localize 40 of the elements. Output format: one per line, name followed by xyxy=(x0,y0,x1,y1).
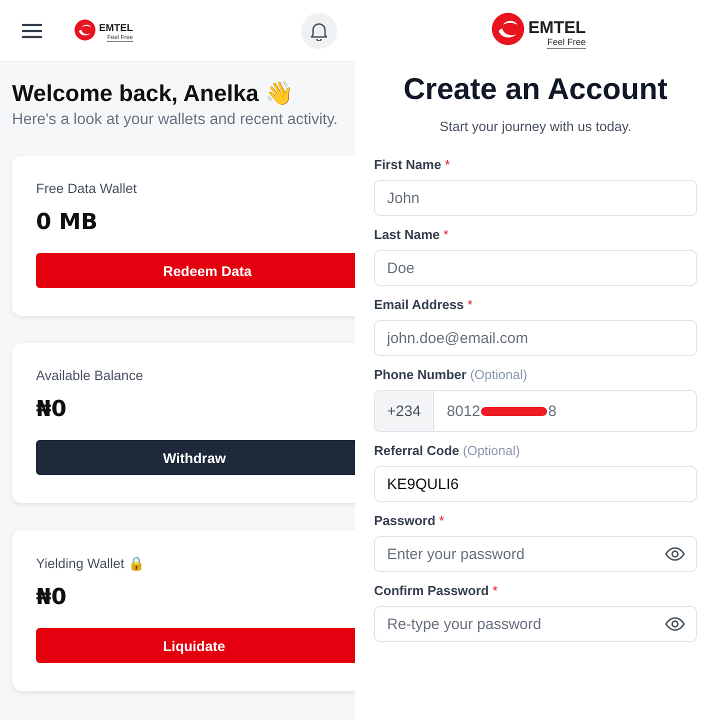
field-label: Phone Number (Optional) xyxy=(374,367,528,382)
input-field[interactable]: KE9QULI6 xyxy=(374,466,697,502)
page-title: Create an Account xyxy=(402,73,668,108)
welcome-heading: Welcome back, Anelka 👋 xyxy=(12,80,296,107)
logo-tagline: Feel Free xyxy=(547,38,586,50)
input-field[interactable]: john.doe@email.com xyxy=(374,320,697,356)
wallet-label: Yielding Wallet 🔒 xyxy=(36,555,146,571)
password-field[interactable]: Enter your password xyxy=(374,536,697,572)
notification-button[interactable] xyxy=(301,12,337,48)
phone-value: 8012 xyxy=(446,402,480,420)
wallet-label: Available Balance xyxy=(36,368,144,383)
eye-icon[interactable] xyxy=(665,547,685,562)
country-code: +234 xyxy=(375,391,434,432)
welcome-subtitle: Here's a look at your wallets and recent activity. xyxy=(12,111,339,129)
action-button[interactable]: Redeem Data xyxy=(36,253,355,288)
eye-icon[interactable] xyxy=(665,617,685,632)
logo-wordmark: EMTEL xyxy=(99,22,133,34)
field-label: Password * xyxy=(374,513,446,528)
logo-icon xyxy=(491,12,526,46)
phone-field[interactable]: +234 8012 8 xyxy=(374,390,697,432)
page-subtitle: Start your journey with us today. xyxy=(438,119,632,134)
action-button[interactable]: Withdraw xyxy=(36,440,355,475)
input-field[interactable]: John xyxy=(374,180,697,216)
field-label: Confirm Password * xyxy=(374,583,499,598)
password-field[interactable]: Re-type your password xyxy=(374,606,697,642)
wallet-amount: ₦0 xyxy=(36,397,68,422)
field-label: First Name * xyxy=(374,157,451,172)
field-label: Last Name * xyxy=(374,227,450,242)
logo-wordmark: EMTEL xyxy=(528,18,586,38)
input-field[interactable]: Doe xyxy=(374,250,697,286)
action-button[interactable]: Liquidate xyxy=(36,628,355,663)
wallet-label: Free Data Wallet xyxy=(36,181,138,196)
field-label: Email Address * xyxy=(374,297,474,312)
wallet-amount: ₦0 xyxy=(36,585,68,610)
menu-icon[interactable] xyxy=(22,22,42,38)
wallet-amount: 0 MB xyxy=(36,210,99,235)
bell-icon xyxy=(310,20,328,40)
phone-value: 8 xyxy=(548,402,557,420)
logo-icon xyxy=(74,18,96,41)
field-label: Referral Code (Optional) xyxy=(374,443,521,458)
